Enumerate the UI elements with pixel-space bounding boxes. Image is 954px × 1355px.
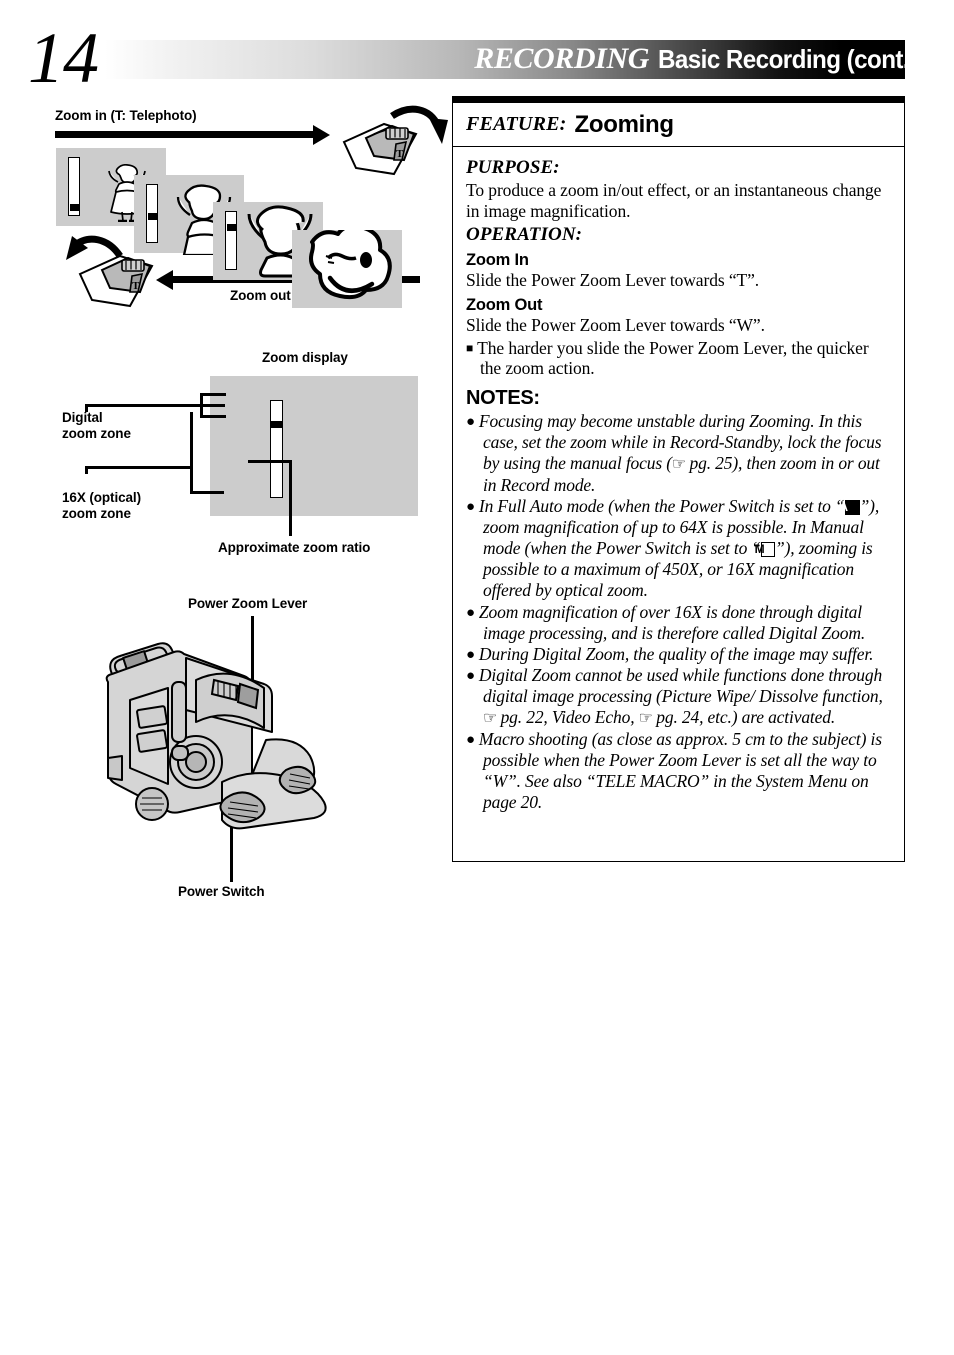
camcorder-illustration: Power Zoom Lever Power Switch xyxy=(90,592,420,910)
leader-optical-bracket xyxy=(190,412,193,494)
digital-zoom-zone-label-line1: Digital xyxy=(62,410,103,425)
note-item: ● Digital Zoom cannot be used while funct… xyxy=(466,665,892,729)
pointing-hand-icon: ☞ xyxy=(638,710,653,728)
zoom-display-diagram: Zoom display Digital zoom zone 16X (opti… xyxy=(40,348,440,560)
optical-zoom-zone-label-line1: 16X (optical) xyxy=(62,490,141,505)
zoom-indicator-mark-3 xyxy=(226,224,237,231)
zoom-display-title: Zoom display xyxy=(262,350,348,365)
note-text: During Digital Zoom, the quality of the … xyxy=(478,643,874,664)
leader-digital-h xyxy=(85,404,225,407)
zoom-out-text: Slide the Power Zoom Lever towards “W”. xyxy=(466,314,765,335)
note-item: ● In Full Auto mode (when the Power Switc… xyxy=(466,496,892,602)
feature-panel-body: PURPOSE: To produce a zoom in/out effect… xyxy=(453,147,904,819)
leader-digital-tick2 xyxy=(200,415,226,418)
page-header: 14 RECORDING Basic Recording (cont.) xyxy=(0,22,954,94)
digital-zoom-zone-label-line2: zoom zone xyxy=(62,426,131,442)
zoom-in-heading: Zoom In xyxy=(466,251,529,270)
bullet-icon: ● xyxy=(466,498,475,515)
zoom-indicator-mark xyxy=(271,421,282,428)
document-page: 14 RECORDING Basic Recording (cont.) Zoo… xyxy=(0,0,954,1355)
zoom-in-arrow-head xyxy=(313,124,330,145)
operation-heading: OPERATION: xyxy=(466,224,583,246)
bullet-icon: ● xyxy=(466,731,475,748)
bullet-icon: ● xyxy=(466,668,475,685)
camcorder-body-drawing xyxy=(105,642,327,830)
subject-face-extreme-closeup xyxy=(309,230,392,300)
note-item: ● Macro shooting (as close as approx. 5 c… xyxy=(466,729,892,814)
power-switch-label: Power Switch xyxy=(178,884,265,899)
note-text: Macro shooting (as close as approx. 5 cm… xyxy=(478,728,882,813)
zoom-out-heading: Zoom Out xyxy=(466,295,543,314)
manual-mode-icon: M xyxy=(755,542,776,558)
notes-heading: NOTES: xyxy=(466,386,540,409)
zoom-sequence-illustration: Zoom in (T: Telephoto) Zoom out (W: Wide… xyxy=(30,100,448,315)
bullet-icon: ● xyxy=(466,646,475,663)
power-zoom-lever-label: Power Zoom Lever xyxy=(188,596,308,611)
notes-list: ● Focusing may become unstable during Zoo… xyxy=(466,411,892,814)
operation-square-note-text: The harder you slide the Power Zoom Leve… xyxy=(477,337,869,379)
note-text: pg. 24, etc.) are activated. xyxy=(652,707,836,728)
zoom-frame-4 xyxy=(292,230,402,308)
header-title: RECORDING Basic Recording (cont.) xyxy=(474,42,936,76)
bullet-icon: ● xyxy=(466,413,475,430)
note-item: ● Focusing may become unstable during Zoo… xyxy=(466,411,892,496)
operation-square-note: ■ The harder you slide the Power Zoom Lev… xyxy=(466,338,892,379)
approximate-zoom-ratio-label: Approximate zoom ratio xyxy=(218,540,371,555)
purpose-text: To produce a zoom in/out effect, or an i… xyxy=(466,180,882,221)
note-item: ● Zoom magnification of over 16X is done … xyxy=(466,602,892,644)
zoom-indicator-bar-3 xyxy=(225,211,237,270)
feature-kicker: FEATURE: xyxy=(466,113,567,135)
note-text: Digital Zoom cannot be used while functi… xyxy=(478,665,883,707)
leader-ratio-v xyxy=(289,460,292,536)
leader-optical-tick-bottom xyxy=(190,491,224,494)
full-auto-mode-icon: A xyxy=(839,499,860,515)
bullet-icon: ● xyxy=(466,604,475,621)
optical-zoom-zone-label-line2: zoom zone xyxy=(62,506,131,522)
header-title-main: RECORDING xyxy=(474,42,649,75)
leader-ratio-h xyxy=(248,460,292,463)
pointing-hand-icon: ☞ xyxy=(483,710,497,728)
leader-digital-tick1 xyxy=(200,393,226,396)
svg-text:T: T xyxy=(132,280,140,292)
zoom-indicator-mark-2 xyxy=(147,213,158,220)
leader-digital-bracket xyxy=(200,393,203,418)
svg-text:T: T xyxy=(396,148,404,160)
zoom-display-screen xyxy=(210,376,418,516)
note-item: ● During Digital Zoom, the quality of the… xyxy=(466,644,892,665)
feature-title: Zooming xyxy=(574,110,675,138)
zoom-indicator-bar xyxy=(270,400,283,498)
digital-zoom-zone-label: Digital zoom zone xyxy=(62,410,131,443)
purpose-heading: PURPOSE: xyxy=(466,157,560,178)
leader-optical-v xyxy=(85,466,88,474)
pointing-hand-icon: ☞ xyxy=(671,456,686,474)
page-number: 14 xyxy=(28,18,99,98)
note-text: In Full Auto mode (when the Power Switch… xyxy=(478,495,845,516)
feature-panel: FEATURE: Zooming PURPOSE: To produce a z… xyxy=(452,96,905,862)
zoom-indicator-mark-1 xyxy=(69,204,80,211)
zoom-in-arrow-shaft xyxy=(55,131,313,138)
square-bullet-icon: ■ xyxy=(466,341,474,356)
optical-zoom-zone-label: 16X (optical) zoom zone xyxy=(62,490,141,523)
zoom-lever-top-icon: T xyxy=(342,105,448,176)
zoom-in-text: Slide the Power Zoom Lever towards “T”. xyxy=(466,270,760,291)
feature-panel-header: FEATURE: Zooming xyxy=(453,103,904,147)
note-text: Zoom magnification of over 16X is done t… xyxy=(478,601,866,643)
header-title-sub: Basic Recording (cont.) xyxy=(657,44,917,74)
zoom-in-label: Zoom in (T: Telephoto) xyxy=(55,108,197,123)
leader-optical-h xyxy=(85,466,193,469)
note-text: pg. 22, Video Echo, xyxy=(496,707,639,728)
